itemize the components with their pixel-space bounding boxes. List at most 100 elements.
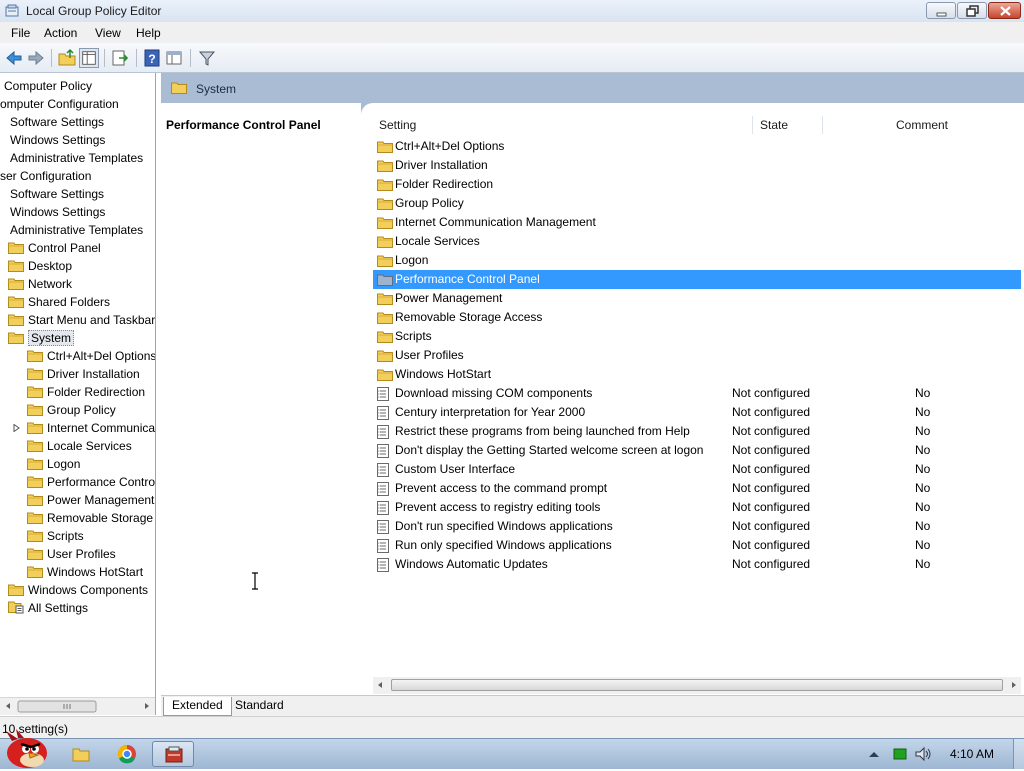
setting-comment: No [915, 519, 931, 533]
tree-item[interactable]: Internet Communication Management [27, 419, 155, 437]
tab-extended[interactable]: Extended [163, 697, 232, 716]
back-arrow-icon[interactable] [4, 48, 24, 68]
setting-state: Not configured [732, 405, 811, 419]
expand-arrow-icon[interactable] [13, 424, 21, 432]
tree-item[interactable]: Windows HotStart [27, 563, 143, 581]
tree-item[interactable]: Group Policy [27, 401, 116, 419]
tree-item[interactable]: Software Settings [10, 113, 104, 131]
list-item-setting[interactable]: Custom User Interface Not configured No [373, 460, 1021, 479]
tree-item-label: Software Settings [10, 187, 105, 201]
menu-view[interactable]: View [95, 26, 121, 40]
help-icon[interactable]: ? [142, 48, 162, 68]
list-item-folder[interactable]: Group Policy [373, 194, 1021, 213]
tree-item[interactable]: Scripts [27, 527, 84, 545]
show-hidden-icons-icon[interactable] [868, 749, 880, 759]
restore-icon [966, 5, 979, 17]
tab-standard[interactable]: Standard [227, 697, 292, 715]
list-item-setting[interactable]: Don't display the Getting Started welcom… [373, 441, 1021, 460]
tree-item[interactable]: Windows Settings [10, 131, 105, 149]
column-divider[interactable] [752, 116, 753, 134]
menu-action[interactable]: Action [44, 26, 77, 40]
list-item-folder[interactable]: Driver Installation [373, 156, 1021, 175]
tree-item[interactable]: Shared Folders [8, 293, 110, 311]
list-item-folder[interactable]: Folder Redirection [373, 175, 1021, 194]
taskbar-explorer[interactable] [60, 741, 102, 767]
tree-horizontal-scrollbar[interactable] [0, 697, 155, 715]
tree-item[interactable]: All Settings [8, 599, 88, 617]
list-item-folder[interactable]: Locale Services [373, 232, 1021, 251]
list-item-setting[interactable]: Windows Automatic Updates Not configured N… [373, 555, 1021, 574]
menu-help[interactable]: Help [136, 26, 161, 40]
close-button[interactable] [988, 2, 1021, 19]
network-icon[interactable] [892, 747, 908, 761]
console-tree[interactable]: Computer Policy omputer Configuration Soft… [0, 73, 156, 715]
taskbar-group-policy-editor[interactable] [152, 741, 194, 767]
list-item-folder[interactable]: Logon [373, 251, 1021, 270]
tree-item[interactable]: ser Configuration [0, 167, 91, 185]
list-item-setting[interactable]: Prevent access to the command prompt Not … [373, 479, 1021, 498]
taskbar-clock[interactable]: 4:10 AM [950, 747, 994, 761]
list-item-setting[interactable]: Restrict these programs from being launc… [373, 422, 1021, 441]
taskbar-chrome[interactable] [106, 741, 148, 767]
tree-item[interactable]: Windows Settings [10, 203, 105, 221]
tree-item[interactable]: Start Menu and Taskbar [8, 311, 155, 329]
filter-icon[interactable] [197, 48, 217, 68]
tree-item[interactable]: Driver Installation [27, 365, 140, 383]
tree-item[interactable]: User Profiles [27, 545, 116, 563]
list-item-folder[interactable]: User Profiles [373, 346, 1021, 365]
setting-name: Group Policy [395, 196, 464, 210]
tree-item[interactable]: Network [8, 275, 72, 293]
tree-item[interactable]: System [8, 329, 75, 347]
scrollbar-thumb[interactable] [391, 679, 1003, 691]
tree-item[interactable]: Logon [27, 455, 80, 473]
list-item-folder[interactable]: Internet Communication Management [373, 213, 1021, 232]
setting-name: Removable Storage Access [395, 310, 543, 324]
start-bird-icon[interactable] [2, 727, 50, 769]
list-item-folder[interactable]: Windows HotStart [373, 365, 1021, 384]
column-header-setting[interactable]: Setting [379, 116, 416, 136]
column-divider[interactable] [822, 116, 823, 134]
setting-name: Prevent access to registry editing tools [395, 500, 601, 514]
volume-icon[interactable] [914, 746, 932, 762]
export-list-icon[interactable] [110, 48, 130, 68]
restore-button[interactable] [957, 2, 987, 19]
column-header-state[interactable]: State [760, 116, 788, 136]
list-item-setting[interactable]: Don't run specified Windows applications… [373, 517, 1021, 536]
menu-file[interactable]: File [11, 26, 30, 40]
extended-view-icon[interactable] [164, 48, 184, 68]
tree-item[interactable]: Performance Control Panel [27, 473, 155, 491]
show-hide-console-tree-icon[interactable] [79, 48, 99, 68]
tree-item[interactable]: Control Panel [8, 239, 101, 257]
tree-item[interactable]: Removable Storage Access [27, 509, 155, 527]
up-folder-icon[interactable] [57, 48, 77, 68]
tree-item[interactable]: Administrative Templates [10, 149, 143, 167]
tree-item[interactable]: Power Management [27, 491, 154, 509]
tree-item[interactable]: Locale Services [27, 437, 132, 455]
tree-item-label: Administrative Templates [10, 223, 144, 237]
column-header-comment[interactable]: Comment [896, 116, 948, 136]
setting-state: Not configured [732, 424, 811, 438]
tree-item[interactable]: Desktop [8, 257, 72, 275]
setting-name: Driver Installation [395, 158, 488, 172]
tree-item[interactable]: Folder Redirection [27, 383, 145, 401]
tree-item[interactable]: Software Settings [10, 185, 104, 203]
list-item-folder[interactable]: Scripts [373, 327, 1021, 346]
list-item-folder[interactable]: Performance Control Panel [373, 270, 1021, 289]
tree-item[interactable]: omputer Configuration [0, 95, 119, 113]
list-item-folder[interactable]: Removable Storage Access [373, 308, 1021, 327]
tree-item[interactable]: Ctrl+Alt+Del Options [27, 347, 155, 365]
tree-item[interactable]: Computer Policy [4, 77, 92, 95]
minimize-button[interactable] [926, 2, 956, 19]
list-item-setting[interactable]: Prevent access to registry editing tools… [373, 498, 1021, 517]
show-desktop-button[interactable] [1013, 739, 1024, 769]
list-item-setting[interactable]: Century interpretation for Year 2000 Not … [373, 403, 1021, 422]
list-item-setting[interactable]: Run only specified Windows applications N… [373, 536, 1021, 555]
forward-arrow-icon[interactable] [26, 48, 46, 68]
tree-item[interactable]: Administrative Templates [10, 221, 143, 239]
list-item-folder[interactable]: Power Management [373, 289, 1021, 308]
list-item-folder[interactable]: Ctrl+Alt+Del Options [373, 137, 1021, 156]
close-icon [1000, 6, 1011, 16]
list-item-setting[interactable]: Download missing COM components Not confi… [373, 384, 1021, 403]
details-horizontal-scrollbar[interactable] [373, 677, 1021, 694]
tree-item[interactable]: Windows Components [8, 581, 148, 599]
